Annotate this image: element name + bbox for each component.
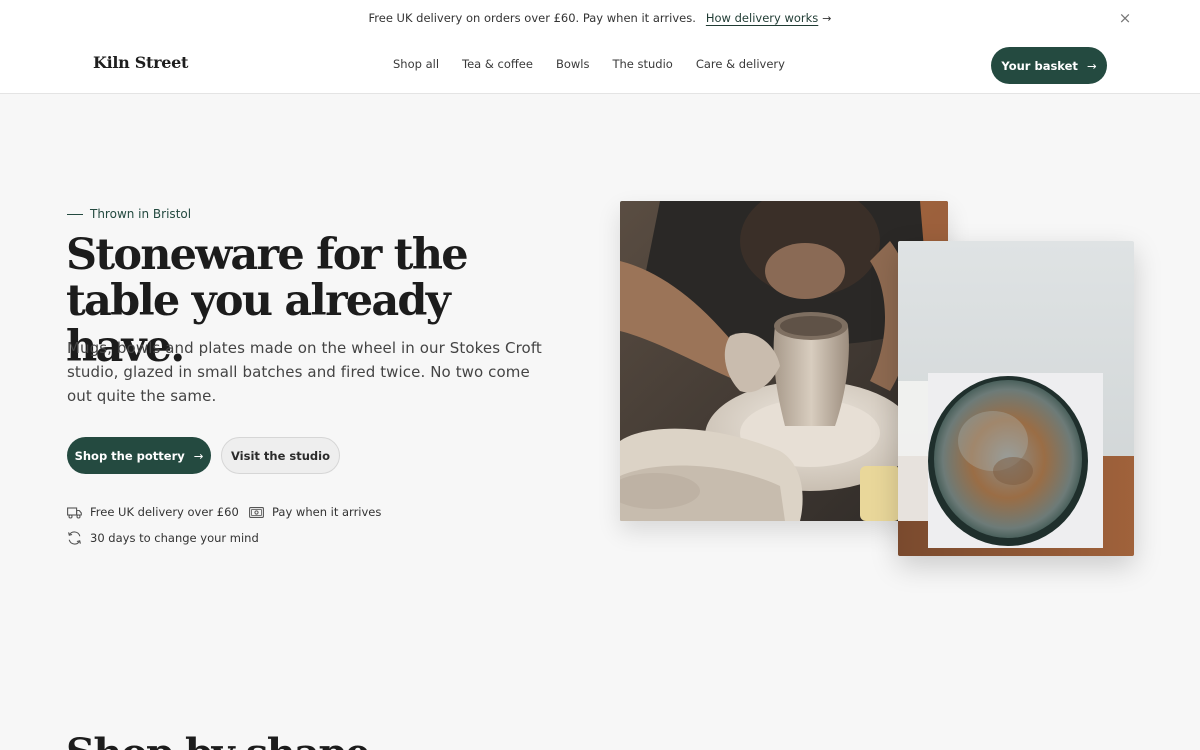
- bowl-illustration: [898, 241, 1134, 556]
- perk-label: Free UK delivery over £60: [90, 505, 239, 519]
- shop-pottery-button[interactable]: Shop the pottery →: [67, 437, 211, 474]
- nav-item-tea-coffee[interactable]: Tea & coffee: [462, 57, 533, 71]
- cash-icon: [249, 506, 264, 518]
- visit-studio-label: Visit the studio: [230, 448, 331, 463]
- nav-item-studio[interactable]: The studio: [612, 57, 672, 71]
- arrow-right-icon: →: [822, 11, 832, 25]
- announcement-bar: Free UK delivery on orders over £60. Pay…: [0, 0, 1200, 36]
- basket-button-label: Your basket: [1001, 58, 1078, 73]
- perk-label: Pay when it arrives: [272, 505, 382, 519]
- announcement-message: Free UK delivery on orders over £60. Pay…: [368, 11, 696, 25]
- arrow-right-icon: →: [1086, 58, 1097, 73]
- delivery-info-link-label: How delivery works: [705, 11, 819, 25]
- section-heading-shop-by-shape: Shop by shape: [66, 730, 371, 750]
- visit-studio-button[interactable]: Visit the studio: [221, 437, 340, 474]
- hero-eyebrow: Thrown in Bristol: [67, 207, 191, 221]
- perk-label: 30 days to change your mind: [90, 531, 259, 545]
- perk-pay-on-arrival: Pay when it arrives: [249, 505, 381, 519]
- eyebrow-label: Thrown in Bristol: [90, 207, 192, 221]
- site-header: Kiln Street Shop all Tea & coffee Bowls …: [0, 36, 1200, 94]
- perk-returns: 30 days to change your mind: [67, 531, 259, 545]
- delivery-info-link[interactable]: How delivery works: [706, 11, 818, 25]
- hero-lede: Mugs, bowls and plates made on the wheel…: [67, 339, 542, 405]
- main-nav: Shop all Tea & coffee Bowls The studio C…: [393, 57, 808, 71]
- arrow-right-icon: →: [193, 448, 204, 463]
- headline-line-1: Stoneware for the: [66, 230, 469, 280]
- nav-item-bowls[interactable]: Bowls: [556, 57, 590, 71]
- nav-item-shop-all[interactable]: Shop all: [393, 57, 439, 71]
- close-icon[interactable]: ×: [1116, 9, 1134, 27]
- nav-item-care-delivery[interactable]: Care & delivery: [696, 57, 785, 71]
- site-logo[interactable]: Kiln Street: [93, 53, 188, 72]
- perk-free-delivery: Free UK delivery over £60: [67, 505, 239, 519]
- eyebrow-rule: [67, 213, 83, 215]
- basket-button[interactable]: Your basket →: [991, 47, 1107, 84]
- glazed-bowl-photo: [898, 241, 1134, 556]
- refresh-icon: [68, 531, 81, 545]
- shop-pottery-label: Shop the pottery: [74, 448, 185, 463]
- truck-icon: [67, 506, 82, 519]
